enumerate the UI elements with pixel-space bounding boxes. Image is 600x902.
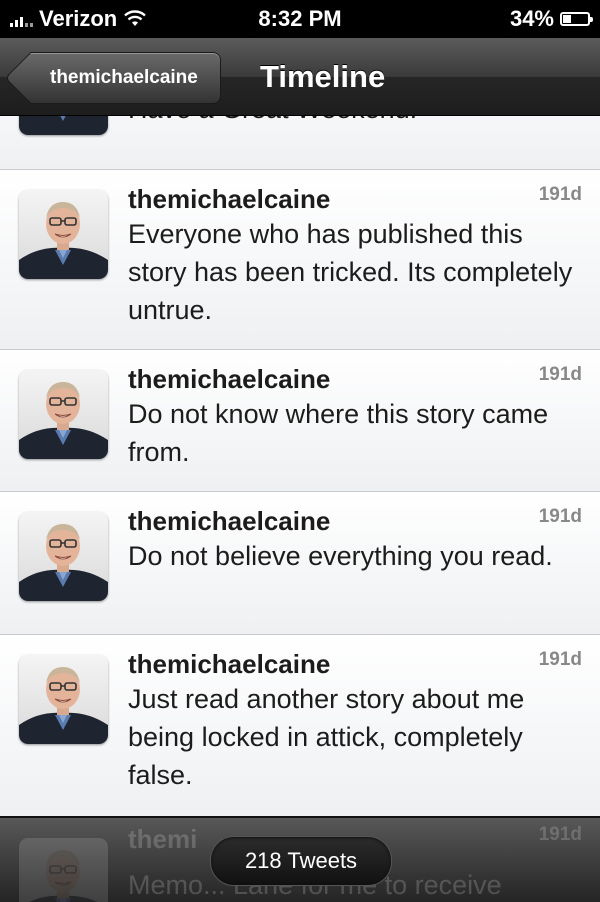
list-item[interactable]: Have a Great Weekend. xyxy=(0,116,600,170)
back-button[interactable]: themichaelcaine xyxy=(30,52,221,104)
tweet-timestamp: 191d xyxy=(538,364,582,385)
list-item[interactable]: themichaelcaine 191d Do not know where t… xyxy=(0,350,600,492)
status-bar: Verizon 8:32 PM 34% xyxy=(0,0,600,38)
status-right: 34% xyxy=(509,6,593,32)
status-left: Verizon xyxy=(10,6,147,32)
ghost-timestamp: 191d xyxy=(538,824,582,845)
avatar-photo xyxy=(19,370,108,459)
tweet-text: Do not know where this story came from. xyxy=(128,399,549,467)
back-button-label: themichaelcaine xyxy=(50,67,198,88)
navigation-bar: themichaelcaine Timeline xyxy=(0,38,600,116)
avatar-photo xyxy=(19,116,108,135)
avatar-photo xyxy=(19,512,108,601)
list-item[interactable]: themichaelcaine 191d Just read another s… xyxy=(0,635,600,816)
battery-percent: 34% xyxy=(509,6,554,31)
battery-icon xyxy=(560,12,593,26)
tweet-timestamp: 191d xyxy=(538,649,582,670)
tweet-text: Everyone who has published this story ha… xyxy=(128,219,573,325)
avatar-photo xyxy=(19,655,108,744)
signal-bars-icon xyxy=(10,11,33,27)
tweet-body: themichaelcaine 191d Everyone who has pu… xyxy=(128,184,582,329)
list-item[interactable]: themichaelcaine 191d Everyone who has pu… xyxy=(0,170,600,350)
tweet-text: Just read another story about me being l… xyxy=(128,684,525,790)
tweet-username[interactable]: themichaelcaine xyxy=(128,649,582,680)
avatar[interactable] xyxy=(19,655,108,744)
list-item[interactable]: themichaelcaine 191d Do not believe ever… xyxy=(0,492,600,635)
battery-fill xyxy=(563,15,571,23)
avatar-photo xyxy=(19,838,108,902)
bottom-bar: themi 191d Memo... Lane for me to receiv… xyxy=(0,816,600,902)
wifi-icon xyxy=(124,10,147,26)
tweet-username[interactable]: themichaelcaine xyxy=(128,184,582,215)
avatar[interactable] xyxy=(19,512,108,601)
tweet-timestamp: 191d xyxy=(538,184,582,205)
tweet-username[interactable]: themichaelcaine xyxy=(128,506,582,537)
avatar[interactable] xyxy=(19,116,108,135)
tweet-count-pill[interactable]: 218 Tweets xyxy=(210,836,392,886)
tweet-body: themichaelcaine 191d Do not believe ever… xyxy=(128,506,582,575)
tweet-text: Do not believe everything you read. xyxy=(128,541,553,571)
avatar-photo xyxy=(19,190,108,279)
tweet-body: themichaelcaine 191d Do not know where t… xyxy=(128,364,582,471)
avatar[interactable] xyxy=(19,370,108,459)
avatar xyxy=(19,838,108,902)
page-title: Timeline xyxy=(260,59,386,94)
tweet-username[interactable]: themichaelcaine xyxy=(128,364,582,395)
tweet-timestamp: 191d xyxy=(538,506,582,527)
tweet-body: themichaelcaine 191d Just read another s… xyxy=(128,649,582,794)
timeline-list[interactable]: Have a Great Weekend. themichaelcaine 19… xyxy=(0,116,600,816)
avatar[interactable] xyxy=(19,190,108,279)
ghost-username: themi xyxy=(128,824,198,854)
tweet-text: Have a Great Weekend. xyxy=(128,116,417,125)
carrier-label: Verizon xyxy=(39,6,118,31)
